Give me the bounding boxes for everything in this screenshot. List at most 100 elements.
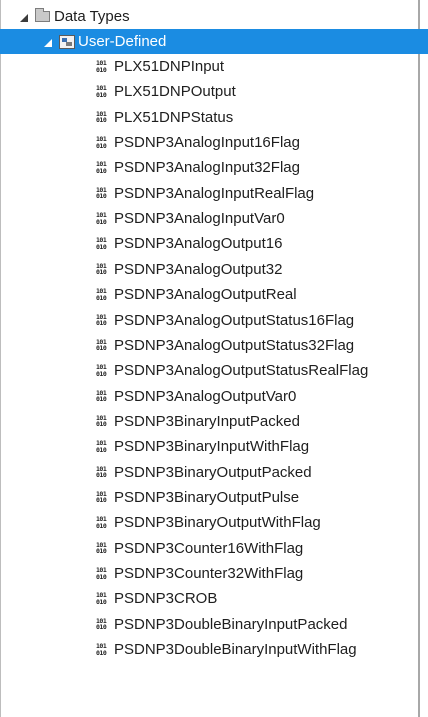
binary-datatype-icon: 101 010: [96, 85, 110, 99]
tree-node-datatype[interactable]: 101 010 PSDNP3AnalogOutputStatus32Flag: [0, 333, 428, 358]
tree-node-label: PSDNP3BinaryInputPacked: [114, 412, 300, 430]
tree-node-datatype[interactable]: 101 010 PSDNP3AnalogInputRealFlag: [0, 181, 428, 206]
tree-node-label: PSDNP3AnalogOutput16: [114, 235, 283, 253]
tree-node-label: PLX51DNPStatus: [114, 108, 234, 126]
tree-node-label: PSDNP3AnalogOutputStatus16Flag: [114, 311, 355, 329]
icon-glyph-bottom: 010: [96, 65, 107, 74]
tree-node-datatype[interactable]: 101 010 PSDNP3AnalogOutputStatus16Flag: [0, 308, 428, 333]
tree-node-label: PSDNP3AnalogInputVar0: [114, 210, 285, 228]
binary-datatype-icon: 101 010: [96, 592, 110, 606]
tree-node-datatype[interactable]: 101 010 PSDNP3Counter32WithFlag: [0, 561, 428, 586]
binary-datatype-icon: 101 010: [96, 567, 110, 581]
tree-node-label: PSDNP3BinaryOutputWithFlag: [114, 514, 321, 532]
binary-datatype-icon: 101 010: [96, 161, 110, 175]
expand-triangle-icon[interactable]: [20, 13, 28, 22]
tree-node-datatype[interactable]: 101 010 PSDNP3CROB: [0, 586, 428, 611]
icon-glyph-bottom: 010: [96, 648, 107, 657]
binary-datatype-icon: 101 010: [96, 643, 110, 657]
tree-node-label: PSDNP3AnalogOutputVar0: [114, 387, 297, 405]
icon-glyph-bottom: 010: [96, 242, 107, 251]
tree-node-datatype[interactable]: 101 010 PLX51DNPOutput: [0, 79, 428, 104]
tree-node-label: PSDNP3AnalogInput16Flag: [114, 134, 300, 152]
tree-node-datatype[interactable]: 101 010 PSDNP3BinaryOutputWithFlag: [0, 510, 428, 535]
icon-glyph-bottom: 010: [96, 90, 107, 99]
binary-datatype-icon: 101 010: [96, 60, 110, 74]
tree-node-label: PSDNP3Counter16WithFlag: [114, 539, 304, 557]
tree-node-label: PSDNP3AnalogInputRealFlag: [114, 184, 315, 202]
icon-glyph-bottom: 010: [96, 547, 107, 556]
tree-node-datatype[interactable]: 101 010 PSDNP3AnalogOutputStatusRealFlag: [0, 358, 428, 383]
binary-datatype-icon: 101 010: [96, 262, 110, 276]
tree-node-datatype[interactable]: 101 010 PSDNP3AnalogInput32Flag: [0, 155, 428, 180]
tree-node-datatype[interactable]: 101 010 PSDNP3BinaryInputPacked: [0, 409, 428, 434]
icon-glyph-bottom: 010: [96, 319, 107, 327]
tree-node-label: PSDNP3AnalogInput32Flag: [114, 159, 300, 177]
icon-glyph-bottom: 010: [96, 116, 107, 125]
tree-node-label: PSDNP3AnalogOutputReal: [114, 286, 297, 304]
tree-node-label: PLX51DNPOutput: [114, 83, 236, 101]
icon-glyph-bottom: 010: [96, 192, 107, 201]
icon-glyph-bottom: 010: [96, 471, 107, 480]
tree-node-datatype[interactable]: 101 010 PLX51DNPStatus: [0, 105, 428, 130]
binary-datatype-icon: 101 010: [96, 136, 110, 150]
tree-node-datatype[interactable]: 101 010 PSDNP3BinaryInputWithFlag: [0, 434, 428, 459]
icon-glyph-bottom: 010: [96, 369, 107, 378]
binary-datatype-icon: 101 010: [96, 212, 110, 226]
binary-datatype-icon: 101 010: [96, 364, 110, 378]
binary-datatype-icon: 101 010: [96, 288, 110, 302]
tree-node-datatype[interactable]: 101 010 PSDNP3AnalogOutputVar0: [0, 384, 428, 409]
tree-node-datatype[interactable]: 101 010 PSDNP3AnalogInputVar0: [0, 206, 428, 231]
binary-datatype-icon: 101 010: [96, 186, 110, 200]
user-defined-type-icon: [59, 34, 75, 49]
expand-triangle-icon[interactable]: [44, 38, 52, 47]
icon-glyph-bottom: 010: [96, 293, 107, 302]
binary-datatype-icon: 101 010: [96, 617, 110, 631]
binary-datatype-icon: 101 010: [96, 237, 110, 251]
tree-node-datatype[interactable]: 101 010 PSDNP3AnalogInput16Flag: [0, 130, 428, 155]
icon-glyph-bottom: 010: [96, 344, 107, 353]
icon-glyph-bottom: 010: [96, 597, 107, 606]
tree-node-label: PSDNP3BinaryOutputPulse: [114, 488, 300, 506]
icon-glyph-bottom: 010: [96, 445, 107, 454]
icon-glyph-bottom: 010: [96, 496, 107, 505]
tree-node-datatype[interactable]: 101 010 PLX51DNPInput: [0, 54, 428, 79]
binary-datatype-icon: 101 010: [96, 541, 110, 555]
tree-node-label: PSDNP3BinaryOutputPacked: [114, 463, 312, 481]
tree-node-datatype[interactable]: 101 010 PSDNP3BinaryOutputPulse: [0, 485, 428, 510]
tree-node-datatype[interactable]: 101 010 PSDNP3AnalogOutputReal: [0, 282, 428, 307]
tree-node-datatype[interactable]: 101 010 PSDNP3DoubleBinaryInputWithFlag: [0, 637, 428, 662]
binary-datatype-icon: 101 010: [96, 313, 110, 327]
binary-datatype-icon: 101 010: [96, 440, 110, 454]
icon-glyph-bottom: 010: [96, 420, 107, 429]
tree-node-datatype[interactable]: 101 010 PSDNP3BinaryOutputPacked: [0, 460, 428, 485]
binary-datatype-icon: 101 010: [96, 110, 110, 124]
icon-glyph-bottom: 010: [96, 623, 107, 632]
binary-datatype-icon: 101 010: [96, 465, 110, 479]
binary-datatype-icon: 101 010: [96, 389, 110, 403]
tree-node-label: PLX51DNPInput: [114, 58, 225, 75]
tree-node-label: PSDNP3BinaryInputWithFlag: [114, 438, 310, 456]
icon-glyph-bottom: 010: [96, 166, 107, 175]
icon-glyph-bottom: 010: [96, 572, 107, 581]
tree-node-label: PSDNP3DoubleBinaryInputWithFlag: [114, 641, 357, 659]
tree-node-label: PSDNP3Counter32WithFlag: [114, 565, 304, 582]
icon-glyph-bottom: 010: [96, 395, 107, 404]
tree-node-user-defined[interactable]: User-Defined: [0, 29, 428, 54]
binary-datatype-icon: 101 010: [96, 490, 110, 504]
tree-node-label: PSDNP3CROB: [114, 590, 218, 608]
icon-glyph-bottom: 010: [96, 268, 107, 277]
tree-node-datatype[interactable]: 101 010 PSDNP3AnalogOutput32: [0, 257, 428, 282]
tree-node-label: PSDNP3AnalogOutputStatusRealFlag: [114, 362, 369, 380]
icon-glyph-bottom: 010: [96, 217, 107, 226]
tree-node-datatype[interactable]: 101 010 PSDNP3Counter16WithFlag: [0, 536, 428, 561]
icon-glyph-bottom: 010: [96, 521, 107, 530]
tree-node-label: PSDNP3AnalogOutput32: [114, 260, 283, 278]
tree-node-label: PSDNP3DoubleBinaryInputPacked: [114, 615, 348, 633]
tree-node-label: PSDNP3AnalogOutputStatus32Flag: [114, 336, 355, 354]
binary-datatype-icon: 101 010: [96, 414, 110, 428]
tree-node-datatype[interactable]: 101 010 PSDNP3AnalogOutput16: [0, 231, 428, 256]
tree-node-datatype[interactable]: 101 010 PSDNP3DoubleBinaryInputPacked: [0, 612, 428, 637]
binary-datatype-icon: 101 010: [96, 338, 110, 352]
tree-node-data-types[interactable]: Data Types: [0, 4, 428, 29]
icon-glyph-bottom: 010: [96, 141, 107, 150]
